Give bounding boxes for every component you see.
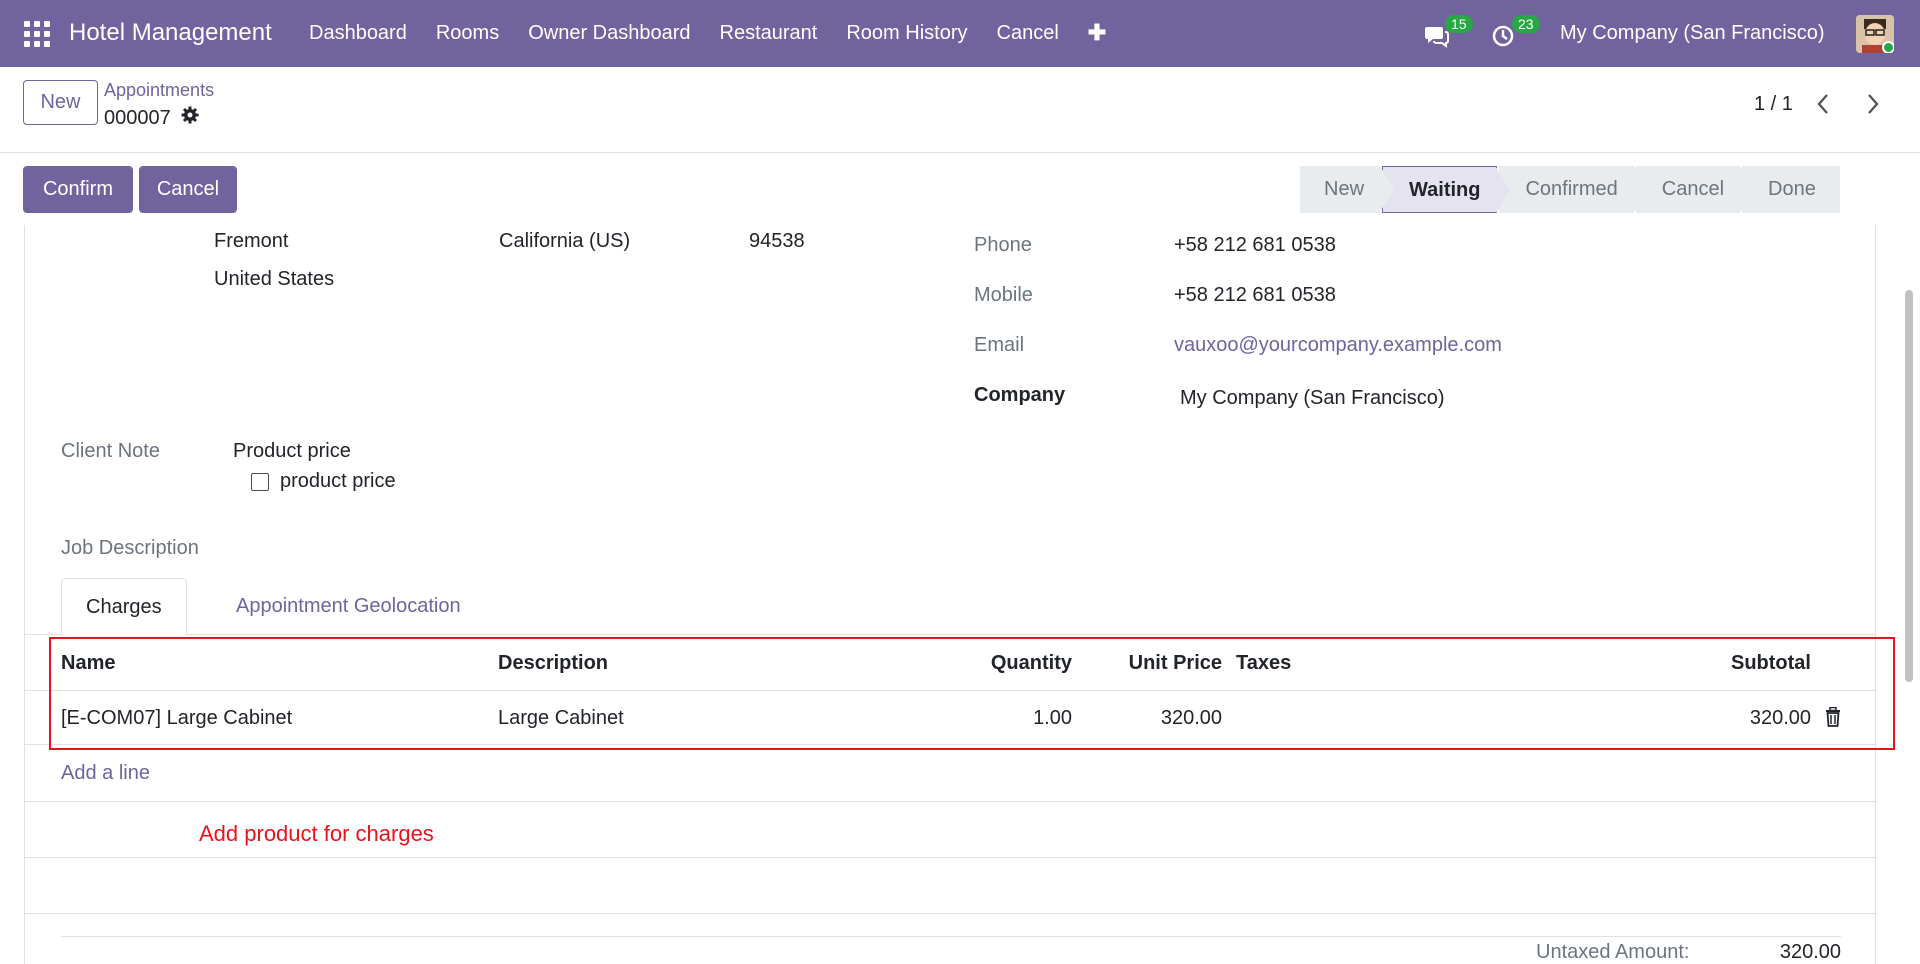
menu-item-cancel[interactable]: Cancel <box>997 22 1059 46</box>
activities-button[interactable]: 23 <box>1491 0 1540 67</box>
menu-item-restaurant[interactable]: Restaurant <box>720 22 818 46</box>
stage-waiting-label: Waiting <box>1409 179 1481 201</box>
form-sheet: Fremont California (US) 94538 United Sta… <box>24 225 1895 964</box>
empty-row-divider-1 <box>25 857 1877 858</box>
tab-appointment-geolocation[interactable]: Appointment Geolocation <box>212 578 485 636</box>
gear-icon[interactable] <box>181 106 199 130</box>
email-field[interactable]: vauxoo@yourcompany.example.com <box>1174 334 1502 357</box>
control-panel: New Appointments 000007 1 / 1 <box>0 67 1920 153</box>
stage-confirmed[interactable]: Confirmed <box>1499 166 1648 213</box>
company-label: Company <box>974 384 1066 406</box>
page-scrollbar[interactable] <box>1905 290 1913 682</box>
address-country[interactable]: United States <box>214 268 334 291</box>
add-line-link[interactable]: Add a line <box>61 762 150 785</box>
stage-new-label: New <box>1324 178 1365 200</box>
phone-label: Phone <box>974 234 1032 256</box>
menu-item-dashboard[interactable]: Dashboard <box>309 22 407 46</box>
tab-charges[interactable]: Charges <box>61 578 187 636</box>
address-city[interactable]: Fremont <box>214 230 288 253</box>
pager-next-icon[interactable] <box>1866 93 1880 121</box>
record-name: 000007 <box>104 106 171 129</box>
address-zip[interactable]: 94538 <box>749 230 805 253</box>
user-avatar[interactable] <box>1856 15 1894 53</box>
address-state[interactable]: California (US) <box>499 230 630 253</box>
charges-annotation: Add product for charges <box>199 821 434 846</box>
stage-done-label: Done <box>1768 178 1816 200</box>
main-menu: Dashboard Rooms Owner Dashboard Restaura… <box>309 20 1135 46</box>
stage-waiting[interactable]: Waiting <box>1382 166 1511 213</box>
stage-done[interactable]: Done <box>1742 166 1840 213</box>
empty-row-divider-2 <box>25 913 1877 914</box>
add-line-divider <box>25 801 1877 802</box>
status-stages: New Waiting Confirmed Cancel Done <box>1300 166 1842 213</box>
client-note-label: Client Note <box>61 440 160 462</box>
menu-item-owner-dashboard[interactable]: Owner Dashboard <box>528 22 690 46</box>
untaxed-amount-value: 320.00 <box>1779 941 1841 963</box>
menu-item-rooms[interactable]: Rooms <box>436 22 499 46</box>
messages-button[interactable]: 15 <box>1424 0 1473 67</box>
notebook-tabs: Charges Appointment Geolocation <box>25 578 1877 636</box>
product-price-checkbox-label[interactable]: product price <box>280 470 396 493</box>
untaxed-amount-label: Untaxed Amount: <box>1536 941 1690 963</box>
email-label: Email <box>974 334 1025 356</box>
mobile-label: Mobile <box>974 284 1033 306</box>
clock-icon <box>1492 25 1514 46</box>
stage-confirmed-label: Confirmed <box>1525 178 1618 200</box>
mobile-field[interactable]: +58 212 681 0538 <box>1174 284 1336 307</box>
menu-item-room-history[interactable]: Room History <box>846 22 967 46</box>
activities-badge: 23 <box>1512 15 1540 33</box>
app-brand[interactable]: Hotel Management <box>69 19 272 47</box>
cancel-button[interactable]: Cancel <box>139 166 237 213</box>
stage-cancel-label: Cancel <box>1661 178 1725 200</box>
plus-icon[interactable]: ✚ <box>1088 20 1106 46</box>
record-title: 000007 <box>104 106 199 130</box>
product-price-checkbox[interactable] <box>251 473 269 491</box>
company-field[interactable]: My Company (San Francisco) <box>1180 387 1445 410</box>
top-navbar: Hotel Management Dashboard Rooms Owner D… <box>0 0 1920 67</box>
new-record-button[interactable]: New <box>23 80 98 125</box>
pager-previous-icon[interactable] <box>1816 93 1830 121</box>
pager-value[interactable]: 1 / 1 <box>1754 93 1793 116</box>
apps-menu-icon[interactable] <box>24 21 50 47</box>
company-switcher[interactable]: My Company (San Francisco) <box>1560 22 1825 45</box>
confirm-button[interactable]: Confirm <box>23 166 133 213</box>
client-note-title[interactable]: Product price <box>233 440 351 463</box>
job-description-label: Job Description <box>61 537 199 559</box>
stage-cancel[interactable]: Cancel <box>1635 166 1755 213</box>
phone-field[interactable]: +58 212 681 0538 <box>1174 234 1336 257</box>
totals-divider <box>61 936 1841 937</box>
stage-new[interactable]: New <box>1300 166 1395 213</box>
breadcrumb-appointments[interactable]: Appointments <box>104 80 214 101</box>
messages-badge: 15 <box>1445 15 1473 33</box>
highlight-box <box>49 637 1895 750</box>
online-status-dot <box>1882 41 1894 53</box>
form-statusbar: Confirm Cancel New Waiting Confirmed Can… <box>0 153 1920 225</box>
